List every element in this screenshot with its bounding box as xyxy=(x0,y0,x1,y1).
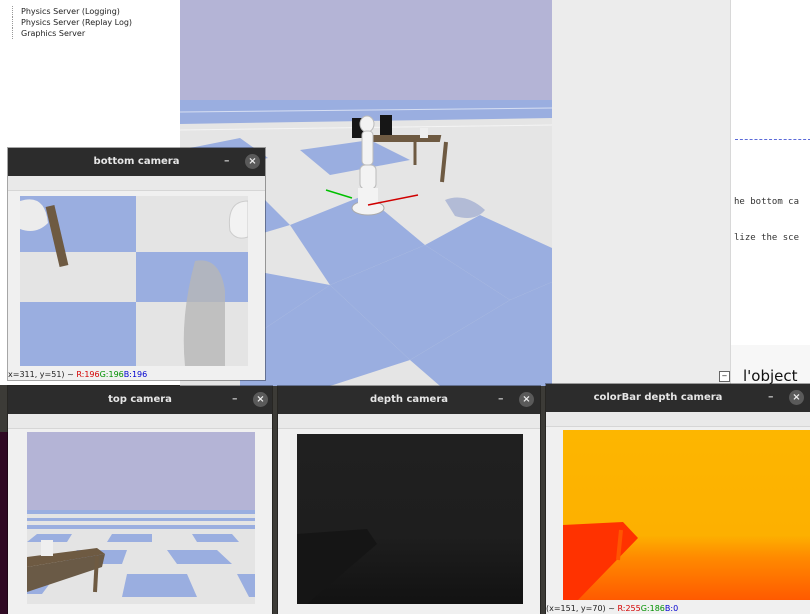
notebook-output: − l'object xyxy=(719,345,810,386)
tree-item-physics-logging[interactable]: Physics Server (Logging) xyxy=(12,6,132,17)
top-camera-window: top camera – × xyxy=(8,386,272,614)
pixel-b-value: B:196 xyxy=(123,370,148,379)
pixel-coords: x=311, y=51) ~ xyxy=(8,370,77,379)
depth-camera-window: depth camera – × xyxy=(278,386,540,614)
code-editor[interactable]: he bottom ca lize the sce xyxy=(730,0,810,345)
code-line: he bottom ca xyxy=(734,197,800,207)
window-toolbar xyxy=(546,412,810,427)
window-toolbar xyxy=(8,176,265,191)
depth-camera-image[interactable] xyxy=(297,434,523,604)
tree-item-graphics-server[interactable]: Graphics Server xyxy=(12,28,132,39)
tree-item-physics-replay[interactable]: Physics Server (Replay Log) xyxy=(12,17,132,28)
window-titlebar[interactable]: bottom camera – × xyxy=(8,148,265,176)
pixel-r-value: R:255 xyxy=(617,604,641,613)
pixel-r-value: R:196 xyxy=(76,370,100,379)
colorbar-depth-image[interactable] xyxy=(563,430,810,600)
window-title: colorBar depth camera xyxy=(593,392,723,403)
terminal-strip xyxy=(0,432,8,614)
minimize-icon[interactable]: – xyxy=(224,154,230,167)
minimize-icon[interactable]: – xyxy=(768,390,774,403)
pixel-b-value: B:0 xyxy=(664,604,679,613)
server-tree: Physics Server (Logging) Physics Server … xyxy=(12,6,132,39)
code-line: lize the sce xyxy=(734,233,800,243)
pixel-g-value: G:196 xyxy=(99,370,124,379)
pixel-coords: (x=151, y=70) ~ xyxy=(546,604,618,613)
pixel-g-value: G:186 xyxy=(640,604,665,613)
close-icon[interactable]: × xyxy=(253,392,268,407)
close-icon[interactable]: × xyxy=(519,392,534,407)
minimize-icon[interactable]: – xyxy=(498,392,504,405)
window-titlebar[interactable]: depth camera – × xyxy=(278,386,540,414)
bottom-camera-window: bottom camera – × x=311, y=51) ~ R:196G:… xyxy=(8,148,265,380)
top-camera-image[interactable] xyxy=(27,432,255,604)
close-icon[interactable]: × xyxy=(245,154,260,169)
pixel-readout: x=311, y=51) ~ R:196G:196B:196 xyxy=(8,370,147,379)
window-titlebar[interactable]: colorBar depth camera – × xyxy=(546,384,810,412)
bottom-camera-image[interactable] xyxy=(20,196,248,366)
output-text: l'object xyxy=(743,367,798,385)
window-toolbar xyxy=(8,414,272,429)
window-toolbar xyxy=(278,414,540,429)
minimize-icon[interactable]: – xyxy=(232,392,238,405)
collapse-icon[interactable]: − xyxy=(719,371,730,382)
pixel-readout: (x=151, y=70) ~ R:255G:186B:0 xyxy=(546,604,678,613)
colorbar-depth-camera-window: colorBar depth camera – × (x=151, y=70) … xyxy=(546,384,810,614)
editor-cell-divider xyxy=(735,139,810,140)
window-titlebar[interactable]: top camera – × xyxy=(8,386,272,414)
close-icon[interactable]: × xyxy=(789,390,804,405)
